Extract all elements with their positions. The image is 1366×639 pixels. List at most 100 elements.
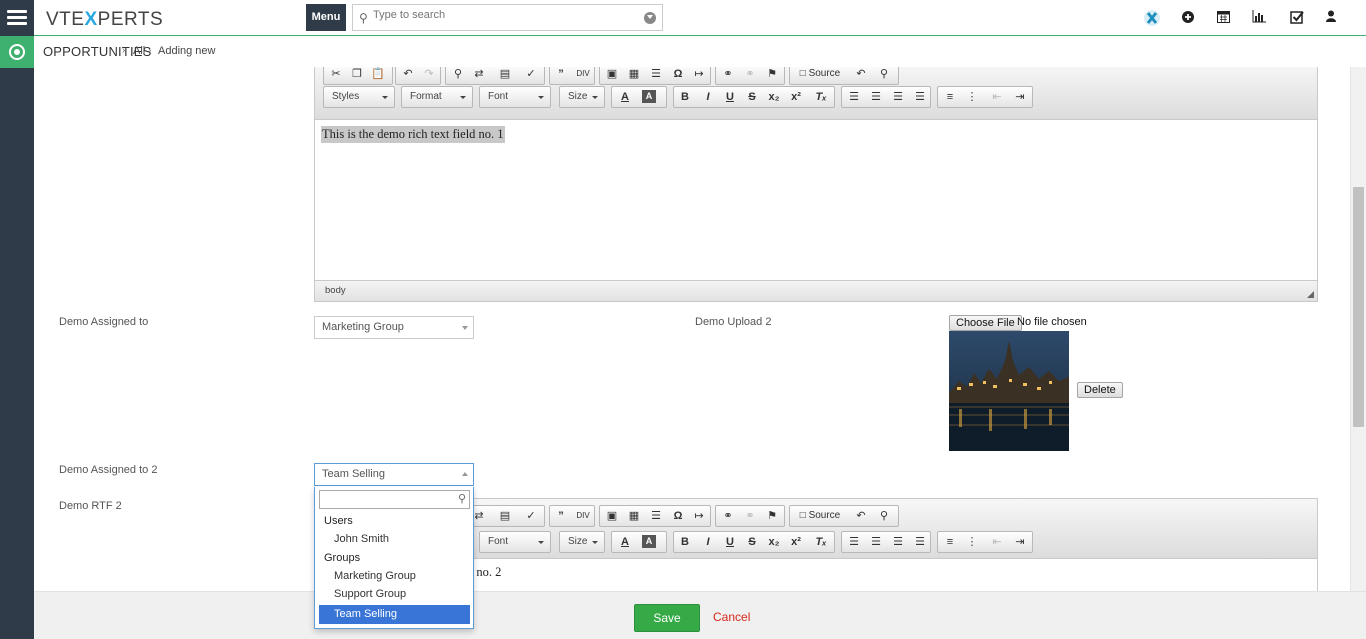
bold-icon[interactable]: B [676, 534, 694, 550]
size-combo[interactable]: Size [559, 86, 605, 108]
copy-icon[interactable]: ❐ [348, 67, 366, 82]
element-path[interactable]: body [325, 285, 346, 296]
preview-icon[interactable]: ⚲ [875, 67, 893, 82]
special-char-icon[interactable]: Ω [669, 67, 687, 82]
subscript-icon[interactable]: x₂ [765, 534, 783, 550]
link-icon[interactable]: ⚭ [719, 508, 737, 524]
uploaded-image-thumbnail[interactable] [949, 331, 1069, 451]
chart-icon[interactable] [1251, 10, 1267, 26]
font-combo[interactable]: Font [479, 86, 551, 108]
vertical-scrollbar[interactable] [1350, 67, 1366, 591]
div-icon[interactable]: DIV [574, 67, 592, 82]
font-combo[interactable]: Font [479, 531, 551, 553]
table-icon[interactable]: ▦ [625, 508, 643, 524]
replace-icon[interactable]: ⇄ [470, 67, 488, 82]
source-button[interactable]: □ Source [793, 508, 847, 524]
format-combo[interactable]: Format [401, 86, 473, 108]
bold-icon[interactable]: B [676, 89, 694, 105]
align-left-icon[interactable]: ☰ [845, 534, 863, 550]
align-left-icon[interactable]: ☰ [845, 89, 863, 105]
text-color-icon[interactable]: A [616, 89, 634, 105]
indent-icon[interactable]: ⇥ [1011, 534, 1029, 550]
unlink-icon[interactable]: ⚭ [741, 508, 759, 524]
align-center-icon[interactable]: ☰ [867, 534, 885, 550]
scrollbar-thumb[interactable] [1353, 187, 1364, 427]
cut-icon[interactable]: ✂ [327, 67, 345, 82]
align-right-icon[interactable]: ☰ [889, 89, 907, 105]
dropdown-option[interactable]: Marketing Group [319, 567, 470, 586]
underline-icon[interactable]: U [721, 534, 739, 550]
align-right-icon[interactable]: ☰ [889, 534, 907, 550]
calendar-icon[interactable] [1215, 10, 1231, 26]
outdent-icon[interactable]: ⇤ [988, 534, 1006, 550]
breadcrumb-item-all[interactable]: All [133, 45, 145, 57]
find-icon[interactable]: ⚲ [449, 67, 467, 82]
bullet-list-icon[interactable]: ⋮ [963, 534, 981, 550]
dropdown-search[interactable]: ⚲ [319, 490, 470, 509]
search-input[interactable] [373, 9, 633, 21]
cancel-link[interactable]: Cancel [713, 610, 750, 624]
paste-icon[interactable]: 📋 [369, 67, 387, 82]
numbered-list-icon[interactable]: ≡ [941, 89, 959, 105]
text-color-icon[interactable]: A [616, 534, 634, 550]
anchor-flag-icon[interactable]: ⚑ [763, 508, 781, 524]
resize-grip-icon[interactable] [1307, 291, 1314, 298]
styles-combo[interactable]: Styles [323, 86, 395, 108]
assigned-to-2-select[interactable]: Team Selling [314, 463, 474, 486]
blockquote-icon[interactable]: ” [552, 508, 570, 524]
align-justify-icon[interactable]: ☰ [911, 89, 929, 105]
italic-icon[interactable]: I [699, 89, 717, 105]
menu-button[interactable]: Menu [306, 4, 346, 31]
templates-icon[interactable]: ↶ [852, 508, 870, 524]
align-justify-icon[interactable]: ☰ [911, 534, 929, 550]
superscript-icon[interactable]: x² [787, 89, 805, 105]
spellcheck-icon[interactable]: ✓ [522, 67, 540, 82]
bg-color-icon[interactable]: A [642, 535, 656, 548]
horizontal-rule-icon[interactable]: ☰ [647, 508, 665, 524]
select-all-icon[interactable]: ▤ [496, 67, 514, 82]
italic-icon[interactable]: I [699, 534, 717, 550]
anchor-flag-icon[interactable]: ⚑ [763, 67, 781, 82]
remove-format-icon[interactable]: Tₓ [812, 534, 830, 550]
special-char-icon[interactable]: Ω [669, 508, 687, 524]
underline-icon[interactable]: U [721, 89, 739, 105]
hamburger-menu-icon[interactable] [7, 10, 27, 26]
spellcheck-icon[interactable]: ✓ [522, 508, 540, 524]
dropdown-option-highlighted[interactable]: Team Selling [319, 605, 470, 624]
horizontal-rule-icon[interactable]: ☰ [647, 67, 665, 82]
checkbox-icon[interactable] [1289, 10, 1305, 26]
table-icon[interactable]: ▦ [625, 67, 643, 82]
remove-format-icon[interactable]: Tₓ [812, 89, 830, 105]
global-search[interactable]: ⚲ [352, 4, 663, 31]
choose-file-button[interactable]: Choose File [949, 315, 1022, 331]
save-button[interactable]: Save [634, 604, 700, 632]
outdent-icon[interactable]: ⇤ [988, 89, 1006, 105]
strike-icon[interactable]: S [743, 534, 761, 550]
subscript-icon[interactable]: x₂ [765, 89, 783, 105]
bg-color-icon[interactable]: A [642, 90, 656, 103]
brand-logo[interactable]: VTEXPERTS [46, 9, 163, 31]
strike-icon[interactable]: S [743, 89, 761, 105]
editor-content-area[interactable]: This is the demo rich text field no. 1 [315, 120, 1317, 280]
vtiger-x-icon[interactable] [1144, 10, 1160, 26]
module-icon[interactable] [0, 36, 34, 68]
page-break-icon[interactable]: ↦ [690, 508, 708, 524]
templates-icon[interactable]: ↶ [852, 67, 870, 82]
align-center-icon[interactable]: ☰ [867, 89, 885, 105]
preview-icon[interactable]: ⚲ [875, 508, 893, 524]
image-icon[interactable]: ▣ [603, 508, 621, 524]
plus-circle-icon[interactable] [1180, 10, 1196, 26]
chevron-down-icon[interactable] [644, 12, 656, 24]
source-button[interactable]: □ Source [793, 67, 847, 82]
page-break-icon[interactable]: ↦ [690, 67, 708, 82]
link-icon[interactable]: ⚭ [719, 67, 737, 82]
blockquote-icon[interactable]: ” [552, 67, 570, 82]
select-all-icon[interactable]: ▤ [496, 508, 514, 524]
delete-file-button[interactable]: Delete [1077, 382, 1123, 398]
unlink-icon[interactable]: ⚭ [741, 67, 759, 82]
dropdown-search-input[interactable] [322, 493, 450, 505]
superscript-icon[interactable]: x² [787, 534, 805, 550]
bullet-list-icon[interactable]: ⋮ [963, 89, 981, 105]
indent-icon[interactable]: ⇥ [1011, 89, 1029, 105]
image-icon[interactable]: ▣ [603, 67, 621, 82]
